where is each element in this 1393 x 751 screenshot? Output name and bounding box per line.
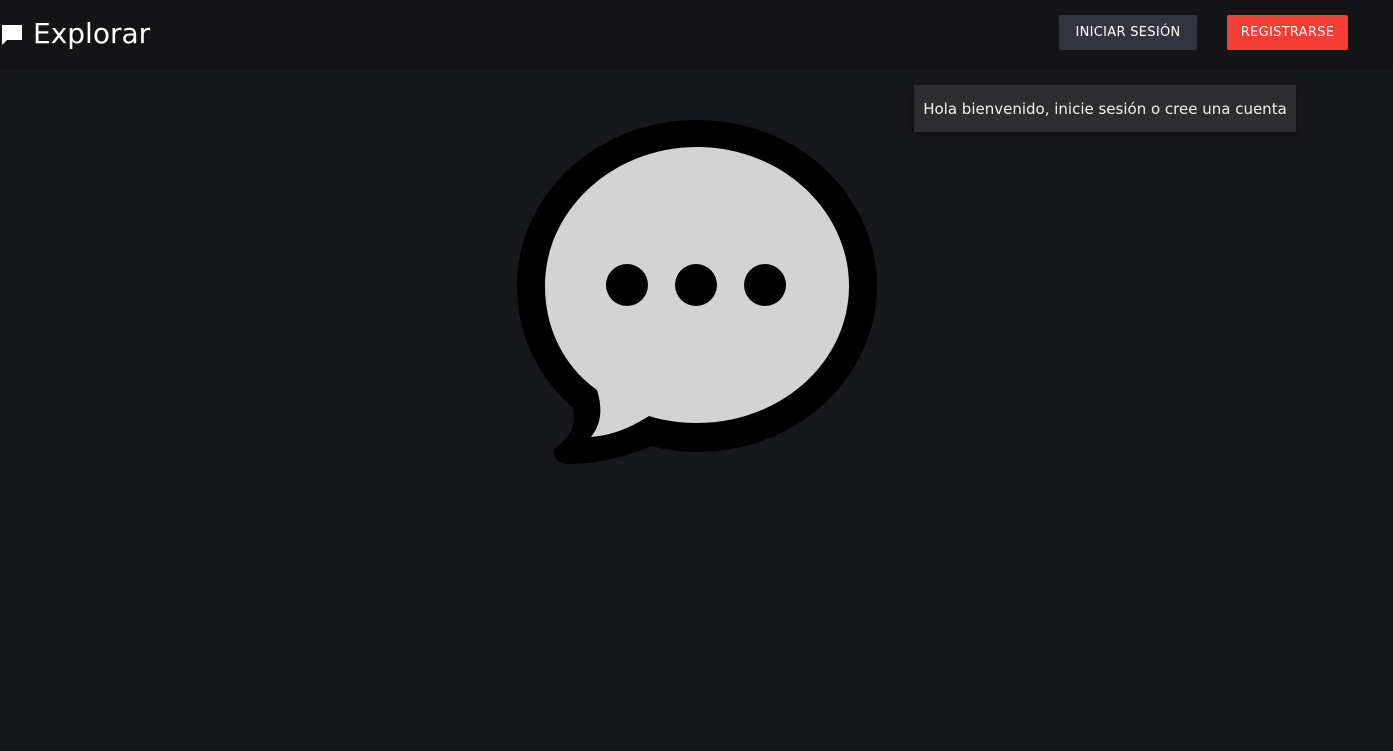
page-title: Explorar (33, 17, 151, 50)
top-navbar: Explorar INICIAR SESIÓN REGISTRARSE (0, 0, 1393, 66)
login-button[interactable]: INICIAR SESIÓN (1059, 15, 1197, 50)
welcome-toast-message: Hola bienvenido, inicie sesión o cree un… (923, 99, 1287, 118)
register-button[interactable]: REGISTRARSE (1227, 15, 1348, 50)
brand[interactable]: Explorar (0, 14, 150, 54)
chat-bubble-icon (0, 22, 24, 46)
chat-typing-icon (517, 118, 877, 468)
welcome-toast: Hola bienvenido, inicie sesión o cree un… (914, 85, 1296, 132)
